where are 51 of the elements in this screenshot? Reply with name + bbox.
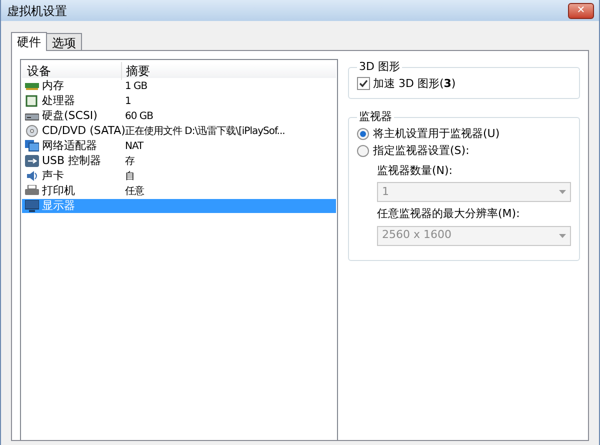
device-row[interactable]: 声卡 自 (22, 169, 336, 183)
tab[interactable]: 选项 (47, 33, 82, 50)
memory-chip-icon (25, 80, 39, 92)
device-row[interactable]: 网络适配器 NAT (22, 139, 336, 153)
device-summary: 存 (124, 154, 134, 168)
device-row[interactable]: 内存 1 GB (22, 79, 336, 93)
device-summary: 60 GB (124, 110, 154, 124)
radio-button[interactable] (357, 128, 369, 140)
device-summary: 任意 (124, 184, 144, 198)
tab[interactable]: 硬件 (11, 32, 47, 51)
device-name: 声卡 (42, 168, 64, 184)
column-header[interactable]: 设备 (22, 62, 122, 80)
device-summary: 1 (124, 94, 131, 108)
radio-button[interactable] (357, 145, 369, 157)
device-row[interactable]: USB 控制器 存 (22, 154, 336, 168)
device-summary: 1 GB (124, 80, 148, 94)
device-summary: 自 (124, 170, 134, 184)
printer-icon (25, 185, 39, 197)
dropdown-arrow-icon (559, 190, 566, 194)
field-label: 任意监视器的最大分辨率(M): (377, 206, 521, 222)
device-name: 打印机 (42, 182, 75, 199)
device-name: 网络适配器 (42, 138, 97, 154)
device-name: 显示器 (42, 198, 75, 214)
device-summary: NAT (124, 140, 144, 154)
group-title: 3D 图形 (358, 59, 401, 75)
device-name: USB 控制器 (42, 152, 102, 169)
speaker-icon (25, 170, 39, 182)
device-name: 内存 (42, 78, 64, 94)
column-header[interactable]: 摘要 (122, 62, 336, 80)
checkmark-icon (359, 79, 368, 88)
checkbox-label: 加速 3D 图形(3) (373, 76, 456, 92)
disc-icon (25, 125, 39, 137)
usb-icon (25, 155, 39, 167)
monitor-icon (25, 200, 39, 212)
field-label: 监视器数量(N): (377, 162, 454, 178)
device-row[interactable]: 硬盘(SCSI) 60 GB (22, 109, 336, 123)
device-row[interactable]: 打印机 任意 (22, 184, 336, 198)
dropdown-arrow-icon (559, 234, 566, 238)
device-summary: 正在使用文件 D:\迅雷下载\[iPlaySof... (124, 124, 285, 138)
device-row[interactable]: CD/DVD (SATA)正在使用文件 D:\迅雷下载\[iPlaySof... (22, 124, 336, 138)
radio-label: 将主机设置用于监视器(U) (373, 126, 500, 142)
chip-icon (25, 95, 39, 107)
device-name: CD/DVD (SATA) (42, 122, 126, 139)
device-name: 硬盘(SCSI) (42, 108, 98, 124)
network-monitor-icon (25, 140, 39, 152)
window-title: 虚拟机设置 (7, 2, 67, 20)
radio-label: 指定监视器设置(S): (373, 142, 470, 159)
checkbox[interactable] (357, 77, 370, 90)
group-title: 监视器 (358, 109, 393, 125)
device-row[interactable]: 处理器 1 (22, 94, 336, 108)
device-name: 处理器 (42, 92, 75, 109)
